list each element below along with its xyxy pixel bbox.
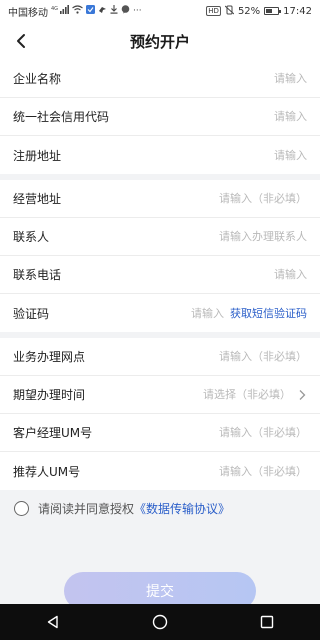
account-manager-label: 客户经理UM号 xyxy=(13,426,93,440)
form-section-contact: 经营地址 联系人 联系电话 验证码 获取短信验证码 xyxy=(0,180,320,332)
agreement-row: 请阅读并同意授权 《数据传输协议》 xyxy=(0,490,320,526)
agreement-link[interactable]: 《数据传输协议》 xyxy=(134,500,230,517)
form-section-optional: 业务办理网点 期望办理时间 客户经理UM号 推荐人UM号 xyxy=(0,338,320,490)
system-nav-bar xyxy=(0,604,320,640)
referrer-label: 推荐人UM号 xyxy=(13,464,81,479)
nav-bar: 预约开户 xyxy=(0,22,320,60)
download-icon xyxy=(110,5,118,17)
business-address-input[interactable] xyxy=(61,192,307,205)
branch-input[interactable] xyxy=(85,350,307,363)
triangle-back-icon xyxy=(48,615,59,629)
form-section-company: 企业名称 统一社会信用代码 注册地址 xyxy=(0,60,320,174)
form-row-account-manager[interactable]: 客户经理UM号 xyxy=(0,414,320,452)
wifi-icon xyxy=(72,5,83,17)
app-notification-icon xyxy=(86,5,95,17)
more-notifications-icon: ··· xyxy=(133,6,142,16)
hd-icon: HD xyxy=(206,6,221,16)
nav-home-button[interactable] xyxy=(140,604,180,640)
message-icon xyxy=(121,5,130,17)
branch-label: 业务办理网点 xyxy=(13,350,86,364)
credit-code-input[interactable] xyxy=(109,110,307,123)
clock: 17:42 xyxy=(283,5,312,17)
registered-address-input[interactable] xyxy=(61,148,307,162)
form-row-expected-time[interactable]: 期望办理时间 xyxy=(0,376,320,414)
agreement-radio[interactable] xyxy=(14,500,29,516)
carrier-label: 中国移动 xyxy=(8,7,48,19)
agreement-text: 请阅读并同意授权 xyxy=(38,501,135,516)
account-manager-input[interactable] xyxy=(92,426,307,439)
page-title: 预约开户 xyxy=(129,32,190,51)
square-recents-icon xyxy=(260,615,273,629)
expected-time-select[interactable] xyxy=(85,388,291,401)
form-row-contact-phone[interactable]: 联系电话 xyxy=(0,256,320,294)
referrer-input[interactable] xyxy=(80,464,307,478)
battery-icon xyxy=(264,7,282,15)
form-row-referrer[interactable]: 推荐人UM号 xyxy=(0,452,320,490)
business-address-label: 经营地址 xyxy=(13,192,62,206)
get-sms-code-link[interactable]: 获取短信验证码 xyxy=(230,305,307,321)
expected-time-label: 期望办理时间 xyxy=(13,388,86,402)
battery-percent: 52% xyxy=(237,5,261,17)
registered-address-label: 注册地址 xyxy=(13,148,62,163)
signal-icon: 4G xyxy=(51,5,69,17)
battery-fill xyxy=(266,9,272,13)
chevron-right-icon xyxy=(299,389,306,400)
nav-recents-button[interactable] xyxy=(247,604,287,640)
bird-notification-icon xyxy=(98,5,107,17)
form-row-business-address[interactable]: 经营地址 xyxy=(0,180,320,218)
form-row-contact-person[interactable]: 联系人 xyxy=(0,218,320,256)
status-bar: 中国移动 4G ··· HD 52% 17:42 xyxy=(0,0,320,22)
form-row-verification-code[interactable]: 验证码 获取短信验证码 xyxy=(0,294,320,332)
form-row-registered-address[interactable]: 注册地址 xyxy=(0,136,320,174)
back-button[interactable] xyxy=(8,28,34,54)
circle-home-icon xyxy=(152,614,168,630)
company-name-label: 企业名称 xyxy=(13,72,62,86)
contact-phone-input[interactable] xyxy=(61,268,307,281)
contact-person-label: 联系人 xyxy=(13,230,50,244)
chevron-left-icon xyxy=(17,34,25,48)
form-row-company-name[interactable]: 企业名称 xyxy=(0,60,320,98)
form-row-branch[interactable]: 业务办理网点 xyxy=(0,338,320,376)
vibrate-icon xyxy=(224,5,235,18)
signal-label: 4G xyxy=(51,6,58,12)
contact-phone-label: 联系电话 xyxy=(13,268,62,282)
contact-person-input[interactable] xyxy=(49,230,307,243)
verification-code-label: 验证码 xyxy=(13,306,50,321)
company-name-input[interactable] xyxy=(61,72,307,85)
form-row-credit-code[interactable]: 统一社会信用代码 xyxy=(0,98,320,136)
nav-back-button[interactable] xyxy=(33,604,73,640)
credit-code-label: 统一社会信用代码 xyxy=(13,110,110,124)
verification-code-input[interactable] xyxy=(49,306,224,320)
